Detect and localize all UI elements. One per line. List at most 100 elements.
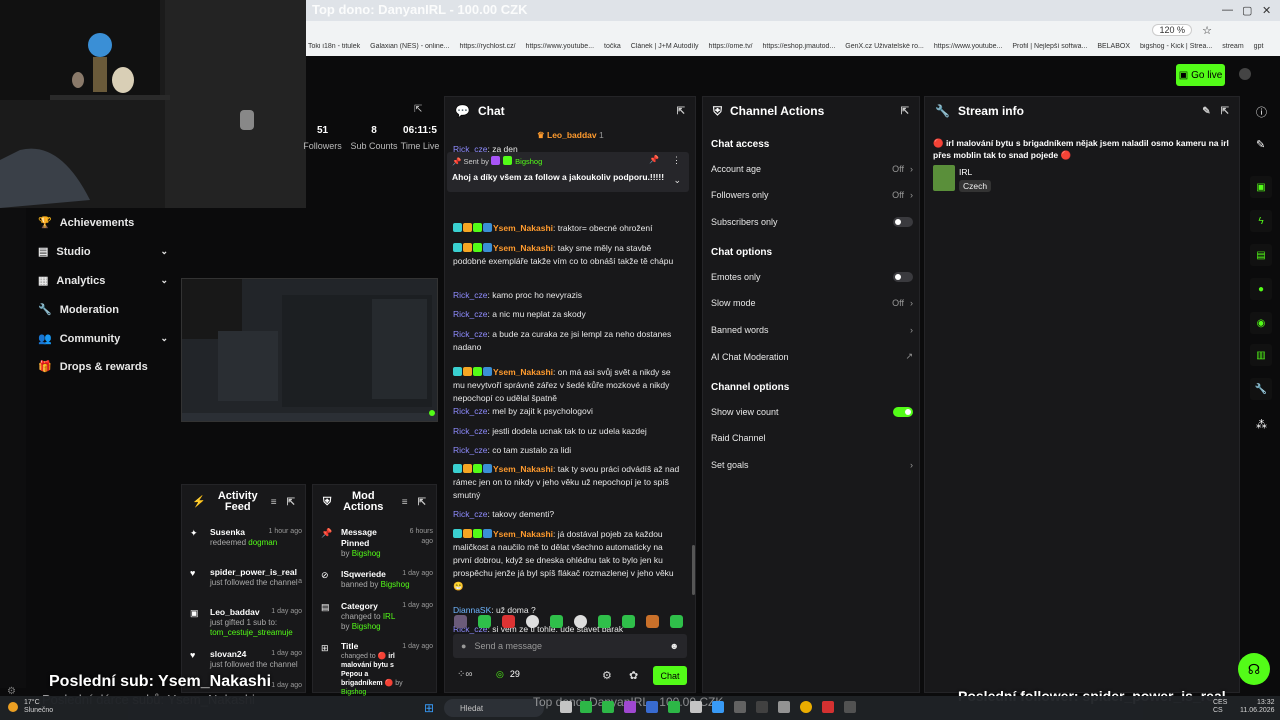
chat-scrollbar[interactable] <box>692 545 695 595</box>
app-icon[interactable] <box>778 701 790 713</box>
bookmark-item[interactable]: gpt <box>1254 43 1264 50</box>
app-icon[interactable] <box>560 701 572 713</box>
show-view-count-toggle[interactable] <box>893 407 913 417</box>
app-icon[interactable] <box>822 701 834 713</box>
bookmark-item[interactable]: Toki i18n - titulek <box>308 43 360 50</box>
emoji-icon[interactable]: ☻ <box>670 641 679 651</box>
bookmark-item[interactable]: GenX.cz Uživatelské ro... <box>845 43 924 50</box>
app-icon[interactable] <box>668 701 680 713</box>
chat-username[interactable]: Ysem_Nakashi <box>493 243 553 253</box>
bookmark-item[interactable]: BELABOX <box>1097 43 1130 50</box>
app-icon[interactable] <box>712 701 724 713</box>
chat-username[interactable]: Rick_cze <box>453 329 487 339</box>
emote-icon[interactable] <box>622 615 635 628</box>
bookmark-item[interactable]: https://rychlost.cz/ <box>460 43 516 50</box>
chat-bubble-icon[interactable]: ● <box>1250 278 1272 300</box>
app-icon[interactable] <box>690 701 702 713</box>
go-live-button[interactable]: ▣ Go live <box>1176 64 1225 86</box>
chat-username[interactable]: Rick_cze <box>453 309 487 319</box>
emote-icon[interactable] <box>646 615 659 628</box>
bookmark-item[interactable]: https://www.youtube... <box>934 43 1002 50</box>
chat-username[interactable]: Ysem_Nakashi <box>493 529 553 539</box>
emote-icon[interactable] <box>550 615 563 628</box>
set-goals-option[interactable]: Set goals › <box>711 460 913 470</box>
emoji-picker-icon[interactable]: ● <box>461 641 466 651</box>
emote-icon[interactable] <box>478 615 491 628</box>
notes-icon[interactable]: ▤ <box>1250 244 1272 266</box>
clip-icon[interactable]: ▣ <box>1250 176 1272 198</box>
filter-icon[interactable]: ≡ <box>402 497 408 508</box>
bookmark-item[interactable]: https://eshop.jmautod... <box>763 43 836 50</box>
clock[interactable]: 13:32 11.06.2026 <box>1240 699 1275 715</box>
chevron-down-icon[interactable]: ⌄ <box>673 175 681 186</box>
chat-username[interactable]: Rick_cze <box>453 406 487 416</box>
bookmark-item[interactable]: točka <box>604 43 621 50</box>
avatar[interactable] <box>1239 68 1251 80</box>
category-label[interactable]: IRL <box>959 167 972 177</box>
unpin-icon[interactable]: 📌 <box>649 155 659 164</box>
chrome-icon[interactable] <box>800 701 812 713</box>
popout-icon[interactable]: ⇱ <box>414 104 422 115</box>
app-icon[interactable] <box>844 701 856 713</box>
sidebar-item-moderation[interactable]: 🔧 Moderation <box>38 303 168 317</box>
account-age-option[interactable]: Account age Off › <box>711 164 913 174</box>
emote-icon[interactable] <box>598 615 611 628</box>
weather-widget[interactable]: 17°C Slunečno <box>24 699 53 715</box>
filter-icon[interactable]: ≡ <box>271 497 277 508</box>
bookmark-item[interactable]: Galaxian (NES) - online... <box>370 43 449 50</box>
chat-send-button[interactable]: Chat <box>653 666 687 685</box>
taskbar-search[interactable]: Hledat <box>444 699 544 717</box>
chat-username[interactable]: Rick_cze <box>453 426 487 436</box>
slow-mode-option[interactable]: Slow mode Off › <box>711 298 913 308</box>
emote-icon[interactable] <box>454 615 467 628</box>
zoom-badge[interactable]: 120 % <box>1152 24 1192 36</box>
app-icon[interactable] <box>756 701 768 713</box>
chat-username[interactable]: Rick_cze <box>453 445 487 455</box>
emote-icon[interactable] <box>502 615 515 628</box>
minimize-icon[interactable]: — <box>1222 4 1233 16</box>
close-icon[interactable]: ✕ <box>1262 4 1271 17</box>
stream-preview[interactable] <box>181 278 438 422</box>
raid-channel-option[interactable]: Raid Channel <box>711 433 913 443</box>
wrench-icon[interactable]: 🔧 <box>1250 378 1272 400</box>
bolt-icon[interactable]: ϟ <box>1250 210 1272 232</box>
bookmark-item[interactable]: Profil | Nejlepší softwa... <box>1012 43 1087 50</box>
broadcast-icon[interactable]: ◉ <box>1250 312 1272 334</box>
app-icon[interactable] <box>580 701 592 713</box>
sidebar-item-drops[interactable]: 🎁 Drops & rewards <box>38 360 168 374</box>
sidebar-item-community[interactable]: 👥 Community ⌄ <box>38 332 168 346</box>
subscribers-only-toggle[interactable] <box>893 217 913 227</box>
popout-icon[interactable]: ⇱ <box>418 497 426 508</box>
address-bar[interactable]: 120 % ☆ <box>312 24 1232 42</box>
bookmark-item[interactable]: bigshog - Kick | Strea... <box>1140 43 1212 50</box>
pinned-message[interactable]: 📌 Sent by Bigshog Ahoj a díky všem za fo… <box>447 152 689 192</box>
chat-username[interactable]: Ysem_Nakashi <box>493 223 553 233</box>
settings-icon[interactable]: ⚙ <box>602 669 612 682</box>
gear-alt-icon[interactable]: ✿ <box>629 669 638 682</box>
bookmark-item[interactable]: Článek | J+M Autodíly <box>631 43 699 50</box>
chatters-icon[interactable]: ⁘∞ <box>457 669 473 680</box>
edit-icon[interactable]: ✎ <box>1256 138 1265 151</box>
windows-start-icon[interactable]: ⊞ <box>424 701 434 715</box>
sidebar-item-analytics[interactable]: ▦ Analytics ⌄ <box>38 274 168 288</box>
app-icon[interactable] <box>602 701 614 713</box>
support-chat-button[interactable]: ☊ <box>1238 653 1270 685</box>
layout-icon[interactable]: ▥ <box>1250 344 1272 366</box>
sidebar-item-studio[interactable]: ▤ Studio ⌄ <box>38 245 168 259</box>
bookmark-item[interactable]: https://ome.tv/ <box>709 43 753 50</box>
chat-username[interactable]: DiannaSK <box>453 605 491 615</box>
chat-username[interactable]: Ysem_Nakashi <box>493 367 553 377</box>
chat-username[interactable]: Rick_cze <box>453 290 487 300</box>
popout-icon[interactable]: ⇱ <box>901 106 909 117</box>
chat-username[interactable]: Ysem_Nakashi <box>493 464 553 474</box>
more-icon[interactable]: ⋮ <box>672 155 681 166</box>
banned-words-option[interactable]: Banned words › <box>711 325 913 335</box>
emote-icon[interactable] <box>670 615 683 628</box>
popout-icon[interactable]: ⇱ <box>287 497 295 508</box>
maximize-icon[interactable]: ▢ <box>1242 4 1252 17</box>
apps-icon[interactable]: ⁂ <box>1256 418 1267 431</box>
bookmark-item[interactable]: https://www.youtube... <box>526 43 594 50</box>
bookmark-star-icon[interactable]: ☆ <box>1202 24 1212 37</box>
app-icon[interactable] <box>624 701 636 713</box>
followers-only-option[interactable]: Followers only Off › <box>711 190 913 200</box>
